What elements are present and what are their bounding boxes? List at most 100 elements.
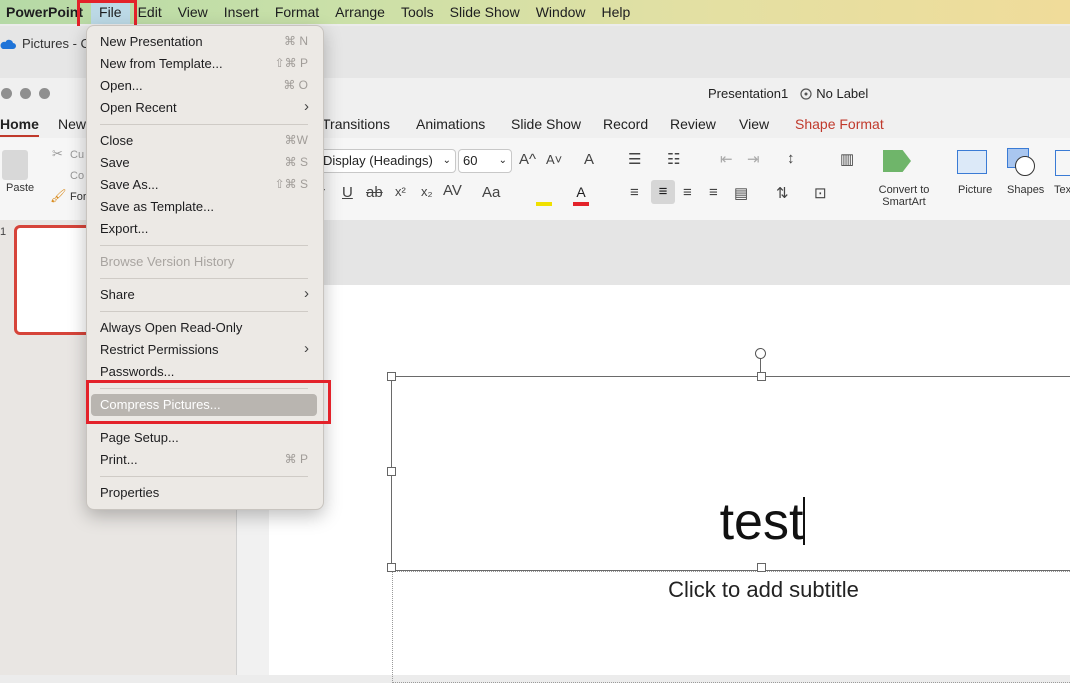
compress-pictures-highlight-box [86,380,331,424]
rotate-handle-icon[interactable] [755,348,766,359]
menu-item-open-recent[interactable]: Open Recent › [87,97,323,119]
resize-handle-middle-left[interactable] [387,467,396,476]
menu-tools[interactable]: Tools [393,0,442,24]
change-case-button[interactable]: Aa [482,184,500,201]
decrease-indent-icon[interactable]: ⇤ [720,150,733,168]
item-label: Restrict Permissions [100,342,219,357]
zoom-window-button[interactable] [39,88,50,99]
item-shortcut: ⌘ N [284,34,308,48]
menu-item-always-open-read-only[interactable]: Always Open Read-Only [87,317,323,339]
align-text-icon[interactable]: ⊡ [814,184,827,202]
clear-formatting-icon[interactable]: A [584,151,594,168]
resize-handle-top-center[interactable] [757,372,766,381]
paste-label: Paste [6,182,35,194]
distributed-icon[interactable]: ▤ [734,184,748,202]
tab-transitions[interactable]: Transitions [322,116,390,132]
menu-item-save-as[interactable]: Save As... ⇧⌘ S [87,174,323,196]
highlight-color-icon[interactable] [536,184,552,206]
menu-insert[interactable]: Insert [216,0,267,24]
columns-icon[interactable]: ▥ [840,150,854,168]
background-tab[interactable]: Pictures - C [0,36,90,51]
item-shortcut: ⇧⌘ S [274,177,308,191]
slide-number: 1 [0,226,7,238]
tab-slide-show[interactable]: Slide Show [511,116,581,132]
subtitle-placeholder[interactable]: Click to add subtitle [392,571,1070,683]
tab-view[interactable]: View [739,116,769,132]
tab-record[interactable]: Record [603,116,648,132]
font-color-icon[interactable]: A [573,184,589,206]
tab-home[interactable]: Home [0,116,39,137]
smartart-icon[interactable] [883,150,911,172]
character-spacing-button[interactable]: AV [443,182,462,199]
font-name-select[interactable]: Display (Headings) ⌄ [318,149,456,173]
menu-item-share[interactable]: Share › [87,284,323,306]
menu-item-properties[interactable]: Properties [87,482,323,504]
scissors-icon[interactable]: ✂ [52,146,63,162]
title-placeholder[interactable]: test [391,376,1070,571]
close-window-button[interactable] [1,88,12,99]
menu-item-print[interactable]: Print... ⌘ P [87,449,323,471]
tab-animations[interactable]: Animations [416,116,485,132]
textbox-icon[interactable] [1055,150,1070,176]
numbering-icon[interactable]: ☷ [667,150,680,168]
line-spacing-icon[interactable]: ↕ [787,150,795,167]
decrease-font-size-icon[interactable]: A˅ [546,152,562,167]
item-shortcut: ⌘ O [283,78,308,92]
superscript-button[interactable]: x² [395,184,406,199]
slide-thumbnail[interactable] [14,225,92,335]
justify-icon[interactable]: ≡ [709,184,718,201]
picture-label: Picture [958,184,993,196]
paste-icon[interactable] [2,150,28,180]
align-left-icon[interactable]: ≡ [630,184,639,201]
item-label: Save [100,155,130,170]
chevron-right-icon: › [304,285,309,302]
align-right-icon[interactable]: ≡ [683,184,692,201]
menu-item-restrict-permissions[interactable]: Restrict Permissions › [87,339,323,361]
resize-handle-top-left[interactable] [387,372,396,381]
menu-arrange[interactable]: Arrange [327,0,393,24]
subscript-button[interactable]: x₂ [421,184,433,199]
menu-window[interactable]: Window [528,0,594,24]
format-painter-icon[interactable]: 🖌 [50,188,67,204]
increase-indent-icon[interactable]: ⇥ [747,150,760,168]
menu-item-save-as-template[interactable]: Save as Template... [87,196,323,218]
chevron-right-icon: › [304,98,309,115]
picture-icon[interactable] [957,150,987,174]
font-name-value: Display (Headings) [323,153,433,168]
underline-button[interactable]: U [342,184,353,201]
menu-view[interactable]: View [170,0,216,24]
menu-item-export[interactable]: Export... [87,218,323,240]
menu-item-new-from-template[interactable]: New from Template... ⇧⌘ P [87,53,323,75]
menu-separator [100,311,308,312]
strikethrough-button[interactable]: ab [366,184,383,201]
bullets-icon[interactable]: ☰ [628,150,641,168]
menu-slide-show[interactable]: Slide Show [442,0,528,24]
item-label: Open Recent [100,100,177,115]
file-menu: New Presentation ⌘ N New from Template...… [86,25,324,510]
menu-item-open[interactable]: Open... ⌘ O [87,75,323,97]
item-label: Passwords... [100,364,175,379]
slide[interactable]: test Click to add subtitle [269,285,1070,683]
document-title: Presentation1 [708,86,789,101]
subtitle-wrap: Click to add subtitle [393,577,1070,603]
tab-shape-format[interactable]: Shape Format [795,116,884,132]
chevron-right-icon: › [304,340,309,357]
menu-item-page-setup[interactable]: Page Setup... [87,427,323,449]
menu-help[interactable]: Help [594,0,639,24]
item-label: New Presentation [100,34,203,49]
sensitivity-label[interactable]: No Label [800,86,868,101]
tab-review[interactable]: Review [670,116,716,132]
menu-format[interactable]: Format [267,0,327,24]
slide-title-text: test [719,493,804,551]
resize-handle-bottom-center[interactable] [757,563,766,572]
text-direction-icon[interactable]: ⇅ [776,184,789,202]
tab-new[interactable]: New [58,116,86,132]
minimize-window-button[interactable] [20,88,31,99]
menu-item-new-presentation[interactable]: New Presentation ⌘ N [87,31,323,53]
increase-font-size-icon[interactable]: A^ [519,151,536,168]
align-center-icon[interactable]: ≡ [651,180,675,204]
font-size-select[interactable]: 60 ⌄ [458,149,512,173]
resize-handle-bottom-left[interactable] [387,563,396,572]
menu-item-save[interactable]: Save ⌘ S [87,152,323,174]
menu-item-close[interactable]: Close ⌘W [87,130,323,152]
